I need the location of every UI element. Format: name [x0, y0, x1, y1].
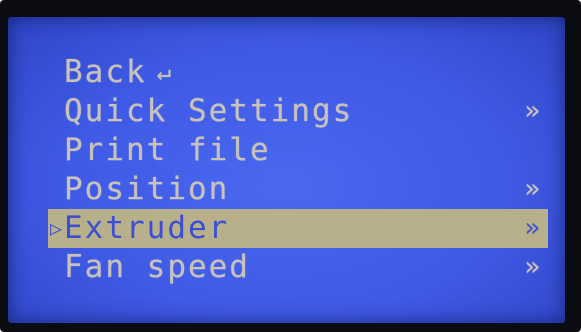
menu-item-label: Back: [64, 54, 147, 90]
menu-item-label: Position: [64, 171, 230, 207]
submenu-arrow-icon: »: [524, 174, 540, 204]
enter-return-icon: ↵: [156, 58, 174, 86]
menu-item-quick-settings[interactable]: Quick Settings »: [48, 92, 548, 131]
menu-item-print-file[interactable]: Print file: [48, 131, 548, 170]
menu-item-label: Quick Settings: [64, 93, 354, 129]
menu-item-back[interactable]: Back ↵: [48, 53, 548, 92]
lcd-bezel: Back ↵ Quick Settings » Print file Positi…: [0, 0, 581, 332]
submenu-arrow-icon: »: [524, 213, 540, 243]
menu-item-position[interactable]: Position »: [48, 170, 548, 209]
menu-item-extruder[interactable]: ▷ Extruder »: [48, 209, 548, 248]
printer-menu: Back ↵ Quick Settings » Print file Positi…: [48, 53, 548, 287]
submenu-arrow-icon: »: [524, 252, 540, 282]
menu-item-label: Print file: [64, 132, 271, 168]
submenu-arrow-icon: »: [524, 96, 540, 126]
lcd-screen: Back ↵ Quick Settings » Print file Positi…: [8, 17, 565, 323]
menu-item-label: Extruder: [64, 210, 230, 246]
selection-cursor-icon: ▷: [50, 216, 65, 240]
menu-item-label: Fan speed: [64, 249, 250, 285]
menu-item-fan-speed[interactable]: Fan speed »: [48, 248, 548, 287]
